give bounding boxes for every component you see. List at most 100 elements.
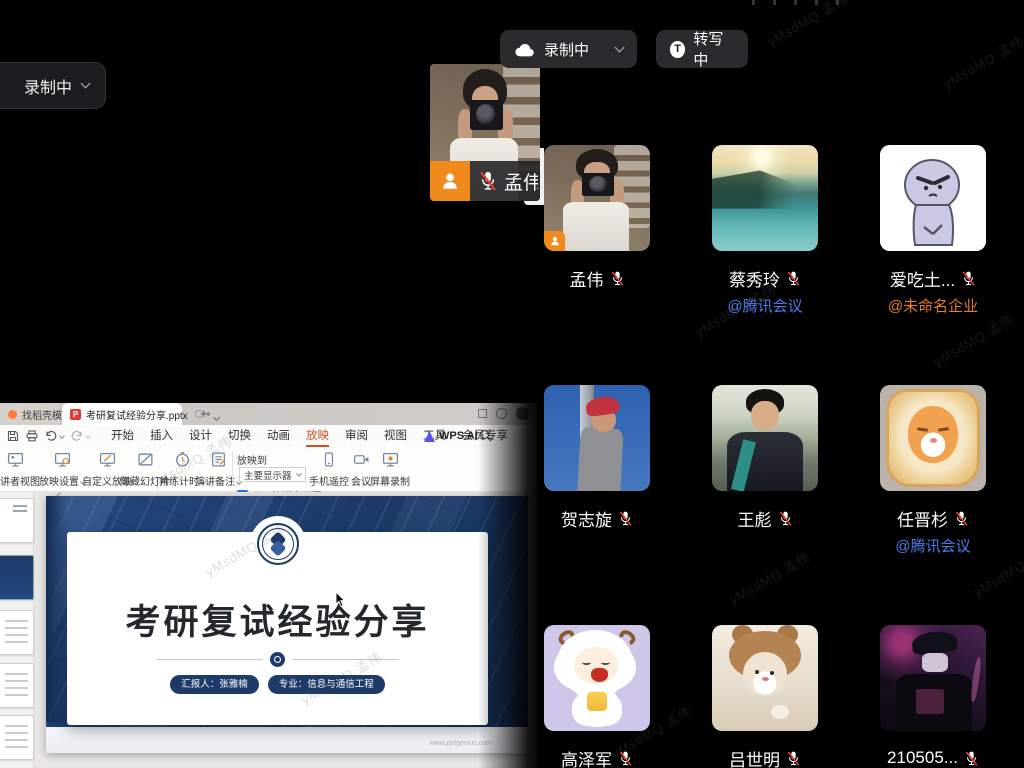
avatar-art	[577, 427, 624, 491]
wps-ai-icon	[424, 431, 435, 442]
watermark: yMsdMQ 孟伟	[939, 31, 1024, 93]
participant-name: 吕世明	[729, 746, 780, 768]
quick-access-toolbar	[0, 430, 97, 442]
tab-label: 考研复试经验分享.pptx	[86, 407, 188, 422]
tab-list-chevron-icon[interactable]	[214, 411, 219, 423]
participant-tile[interactable]: 吕世明	[712, 625, 818, 768]
participant-name: 爱吃土...	[890, 266, 955, 291]
avatar-art	[589, 176, 607, 192]
watermark: yMsdMQ 孟伟	[929, 309, 1017, 371]
transcribing-status-button[interactable]: T 转写中	[656, 30, 748, 68]
phone-remote-icon	[321, 451, 337, 468]
custom-slideshow-icon	[99, 451, 116, 468]
university-emblem-icon	[255, 521, 301, 567]
participant-name: 贺志旋	[561, 506, 612, 531]
reporter-badge: 汇报人：张雅楠	[170, 675, 259, 694]
slide-canvas[interactable]: www.pptgenius.com 考研复试经验分享	[46, 496, 528, 753]
ribbon-screen-record-button[interactable]: 屏幕录制	[366, 451, 414, 488]
slide-thumbnail-3[interactable]	[0, 610, 34, 655]
slide-badges: 汇报人：张雅楠 专业：信息与通信工程	[67, 675, 488, 694]
slide-title: 考研复试经验分享	[67, 594, 488, 645]
menu-home[interactable]: 开始	[103, 425, 142, 447]
participant-tile[interactable]: 贺志旋	[544, 385, 650, 528]
meeting-screen: 找稻壳模板 P 考研复试经验分享.pptx +	[0, 0, 1024, 768]
screen-record-icon	[382, 451, 399, 468]
avatar-art	[563, 202, 629, 251]
avatar-art	[587, 692, 606, 711]
slide-background-art	[46, 496, 68, 722]
clipped-timestamp-remnant	[752, 0, 840, 5]
save-icon[interactable]	[7, 430, 19, 442]
participant-name: 高泽军	[561, 746, 612, 768]
recording-status-button[interactable]: 录制中	[500, 30, 637, 68]
slide-footer-strip: www.pptgenius.com	[46, 727, 528, 753]
redo-icon	[71, 430, 83, 442]
tab-docer-templates[interactable]: 找稻壳模板	[0, 403, 60, 425]
redo-button[interactable]	[71, 430, 90, 442]
chevron-down-icon	[81, 79, 91, 89]
slide-title-card: 考研复试经验分享 汇报人：张雅楠 专业：信息与通信工程	[67, 532, 488, 725]
slide-thumbnail-2-selected[interactable]	[0, 555, 34, 600]
wps-ribbon: 演讲者视图 放映设置 自定义放映	[0, 447, 537, 492]
mic-muted-icon	[610, 270, 625, 287]
mic-muted-icon	[961, 270, 976, 287]
mic-muted-icon	[786, 270, 801, 287]
mouse-cursor	[335, 592, 347, 608]
participant-tile[interactable]: 孟伟	[544, 145, 650, 288]
menu-view[interactable]: 视图	[376, 425, 415, 447]
wps-ai-button[interactable]: WPS AI	[424, 425, 478, 447]
dropdown-chevron-icon	[296, 471, 302, 477]
slide-divider	[67, 652, 488, 667]
new-tab-button[interactable]: +	[196, 403, 212, 425]
slide-thumbnail-4[interactable]	[0, 663, 34, 708]
participant-avatar	[880, 145, 986, 251]
tab-active-document[interactable]: P 考研复试经验分享.pptx	[62, 403, 182, 425]
mic-muted-icon	[786, 750, 801, 767]
menu-slideshow[interactable]: 放映	[298, 425, 337, 447]
participant-name: 任晋杉	[897, 506, 948, 531]
avatar-art	[751, 401, 779, 430]
participant-tile[interactable]: 王彪	[712, 385, 818, 528]
menu-design[interactable]: 设计	[181, 425, 220, 447]
participant-tile[interactable]: 210505...	[880, 625, 986, 768]
menu-insert[interactable]: 插入	[142, 425, 181, 447]
participant-tile[interactable]: 高泽军	[544, 625, 650, 768]
participant-name: 孟伟	[570, 266, 604, 291]
undo-button[interactable]	[45, 430, 64, 442]
slide-thumbnail-1[interactable]	[0, 498, 34, 543]
participant-avatar	[544, 385, 650, 491]
corner-recording-button[interactable]: 录制中	[0, 62, 106, 109]
participant-avatar	[880, 385, 986, 491]
watermark: yMsdMQ 孟伟	[725, 547, 813, 609]
wps-menu-bar: 开始 插入 设计 切换 动画 放映 审阅 视图 工具 会员专享 WPS AI	[0, 425, 537, 447]
avatar-art	[743, 652, 788, 697]
self-view-window[interactable]: 孟伟	[430, 64, 540, 201]
wps-tab-bar: 找稻壳模板 P 考研复试经验分享.pptx +	[0, 403, 537, 425]
display-target-select[interactable]: 主要显示器	[239, 467, 306, 482]
participant-tile[interactable]: 任晋杉 @腾讯会议	[880, 385, 986, 553]
mic-muted-icon	[618, 750, 633, 767]
mic-muted-icon	[618, 510, 633, 527]
participant-avatar	[544, 625, 650, 731]
mini-emblem-icon	[270, 652, 285, 667]
avatar-art	[771, 705, 789, 720]
menu-animation[interactable]: 动画	[259, 425, 298, 447]
menu-transition[interactable]: 切换	[220, 425, 259, 447]
participant-tile[interactable]: 蔡秀玲 @腾讯会议	[712, 145, 818, 313]
self-view-bar: 孟伟	[430, 161, 540, 201]
participant-avatar	[712, 625, 818, 731]
slideshow-settings-icon	[54, 451, 71, 468]
participant-org: @腾讯会议	[712, 295, 818, 313]
cloud-record-icon	[514, 42, 536, 57]
speaker-notes-icon	[210, 451, 227, 468]
presenter-view-icon	[7, 451, 24, 468]
self-view-name: 孟伟	[504, 168, 538, 195]
mic-muted-icon	[478, 170, 498, 192]
avatar-art	[582, 660, 590, 665]
slide-thumbnail-5[interactable]	[0, 715, 34, 760]
print-icon[interactable]	[26, 430, 38, 442]
menu-review[interactable]: 审阅	[337, 425, 376, 447]
participant-name: 蔡秀玲	[729, 266, 780, 291]
undo-icon	[45, 430, 57, 442]
participant-tile[interactable]: 爱吃土... @未命名企业	[880, 145, 986, 313]
